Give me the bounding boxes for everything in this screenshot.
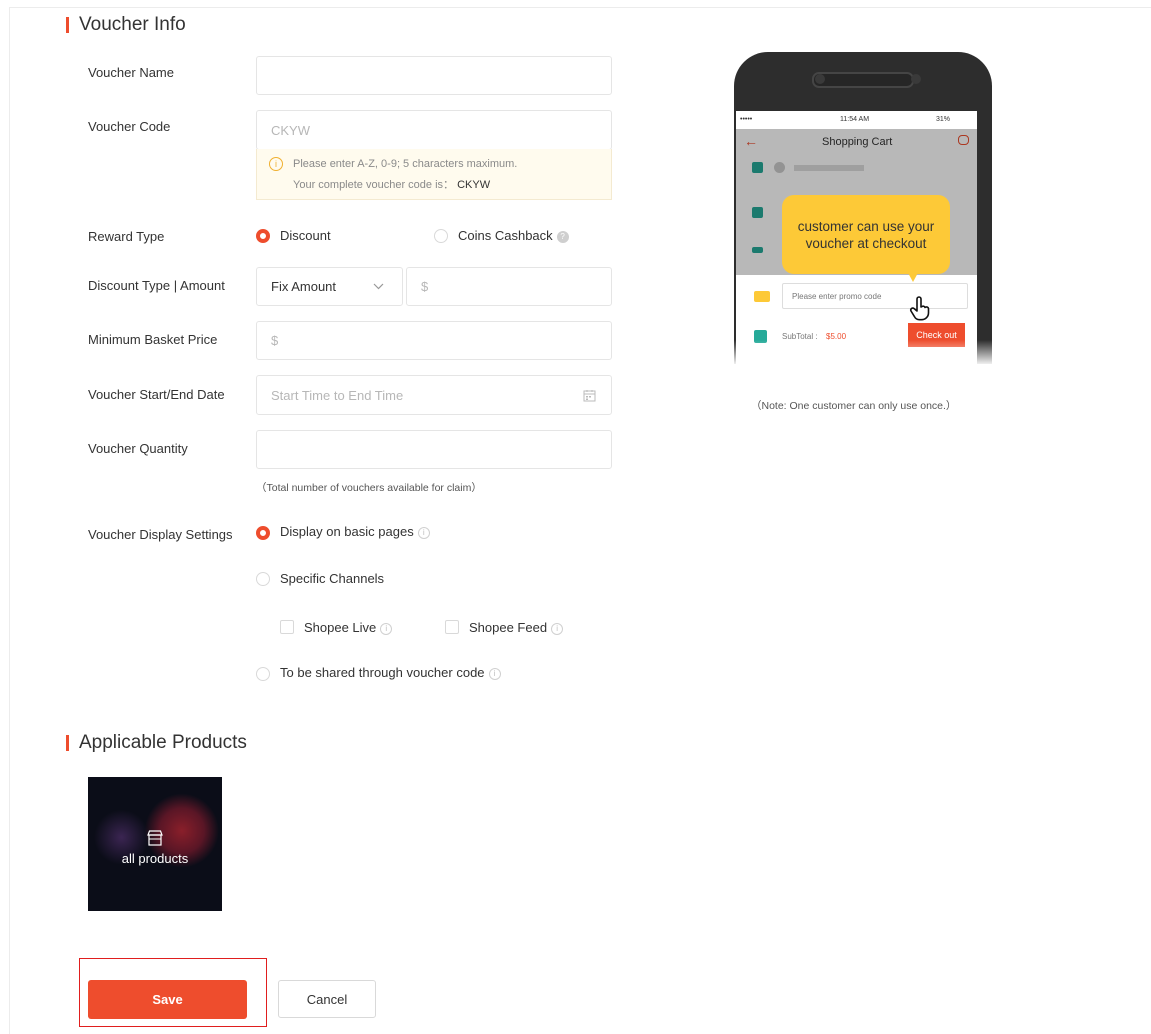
hand-pointer-icon bbox=[909, 296, 930, 321]
shopee-live-checkbox[interactable] bbox=[280, 620, 294, 634]
display-settings-label: Voucher Display Settings bbox=[88, 527, 233, 542]
usage-note: （Note: One customer can only use once.） bbox=[751, 400, 957, 412]
min-basket-label: Minimum Basket Price bbox=[88, 332, 218, 347]
specific-channels-radio[interactable] bbox=[256, 572, 270, 586]
shared-voucher-code-radio[interactable] bbox=[256, 667, 270, 681]
applicable-products-title: Applicable Products bbox=[66, 732, 247, 754]
amount-placeholder: $ bbox=[421, 279, 429, 294]
status-bar: ••••• 11:54 AM 31% bbox=[736, 111, 977, 129]
chevron-down-icon bbox=[373, 283, 384, 290]
quantity-label: Voucher Quantity bbox=[88, 441, 188, 456]
reward-discount-radio[interactable] bbox=[256, 229, 270, 243]
voucher-name-input[interactable] bbox=[256, 56, 612, 95]
help-icon[interactable]: ? bbox=[556, 231, 569, 243]
hint-code-value: CKYW bbox=[457, 179, 491, 191]
phone-sensor bbox=[911, 74, 921, 84]
specific-channels-label: Specific Channels bbox=[280, 571, 385, 586]
title-accent-bar bbox=[66, 735, 69, 751]
status-time: 11:54 AM bbox=[840, 116, 870, 123]
all-products-tile[interactable]: all products bbox=[88, 777, 222, 911]
shopee-feed-option: Shopee Feed i bbox=[469, 620, 564, 635]
reward-coins-cashback-radio[interactable] bbox=[434, 229, 448, 243]
quantity-hint: （Total number of vouchers available for … bbox=[256, 482, 482, 494]
voucher-name-label: Voucher Name bbox=[88, 65, 174, 80]
title-accent-bar bbox=[66, 17, 69, 33]
voucher-icon bbox=[754, 291, 770, 302]
signal-icon: ••••• bbox=[740, 116, 753, 123]
voucher-code-hint: i Please enter A-Z, 0-9; 5 characters ma… bbox=[256, 149, 612, 200]
discount-type-select[interactable]: Fix Amount bbox=[256, 267, 403, 306]
min-basket-placeholder: $ bbox=[271, 333, 279, 348]
hint-line-1: Please enter A-Z, 0-9; 5 characters maxi… bbox=[293, 158, 518, 170]
voucher-code-label: Voucher Code bbox=[88, 119, 171, 134]
calendar-icon bbox=[583, 390, 596, 402]
voucher-code-value: CKYW bbox=[271, 122, 310, 138]
display-basic-pages-option: Display on basic pages i bbox=[280, 524, 430, 539]
amount-input[interactable]: $ bbox=[406, 267, 612, 306]
tooltip-bubble: customer can use your voucher at checkou… bbox=[782, 195, 950, 274]
reward-coins-cashback-option: Coins Cashback? bbox=[458, 228, 569, 243]
shopee-feed-checkbox[interactable] bbox=[445, 620, 459, 634]
date-range-input[interactable]: Start Time to End Time bbox=[256, 375, 612, 415]
quantity-input[interactable] bbox=[256, 430, 612, 469]
battery-level: 31% bbox=[936, 116, 951, 123]
hint-line-2: Your complete voucher code is： CKYW bbox=[293, 179, 491, 191]
dates-label: Voucher Start/End Date bbox=[88, 387, 225, 402]
info-icon[interactable]: i bbox=[551, 623, 564, 635]
info-icon[interactable]: i bbox=[488, 668, 501, 680]
display-basic-pages-radio[interactable] bbox=[256, 526, 270, 540]
shopee-live-option: Shopee Live i bbox=[304, 620, 393, 635]
promo-code-input: Please enter promo code bbox=[782, 283, 968, 309]
min-basket-input[interactable]: $ bbox=[256, 321, 612, 360]
info-icon[interactable]: i bbox=[417, 527, 430, 539]
discount-type-value: Fix Amount bbox=[271, 279, 337, 294]
save-button[interactable]: Save bbox=[88, 980, 247, 1019]
all-products-label: all products bbox=[121, 851, 189, 866]
phone-camera bbox=[815, 74, 825, 84]
date-range-placeholder: Start Time to End Time bbox=[271, 387, 404, 403]
preview-fade bbox=[620, 340, 1100, 366]
phone-speaker bbox=[812, 72, 914, 88]
voucher-code-input[interactable]: CKYW bbox=[256, 110, 612, 150]
shared-voucher-code-option: To be shared through voucher code i bbox=[280, 665, 501, 680]
cancel-button[interactable]: Cancel bbox=[278, 980, 376, 1018]
shop-icon bbox=[147, 830, 163, 846]
discount-type-label: Discount Type | Amount bbox=[88, 278, 225, 293]
info-icon[interactable]: i bbox=[380, 623, 393, 635]
voucher-info-title: Voucher Info bbox=[66, 14, 186, 36]
reward-type-label: Reward Type bbox=[88, 229, 165, 244]
info-icon: i bbox=[269, 157, 283, 171]
reward-discount-label: Discount bbox=[280, 228, 331, 243]
